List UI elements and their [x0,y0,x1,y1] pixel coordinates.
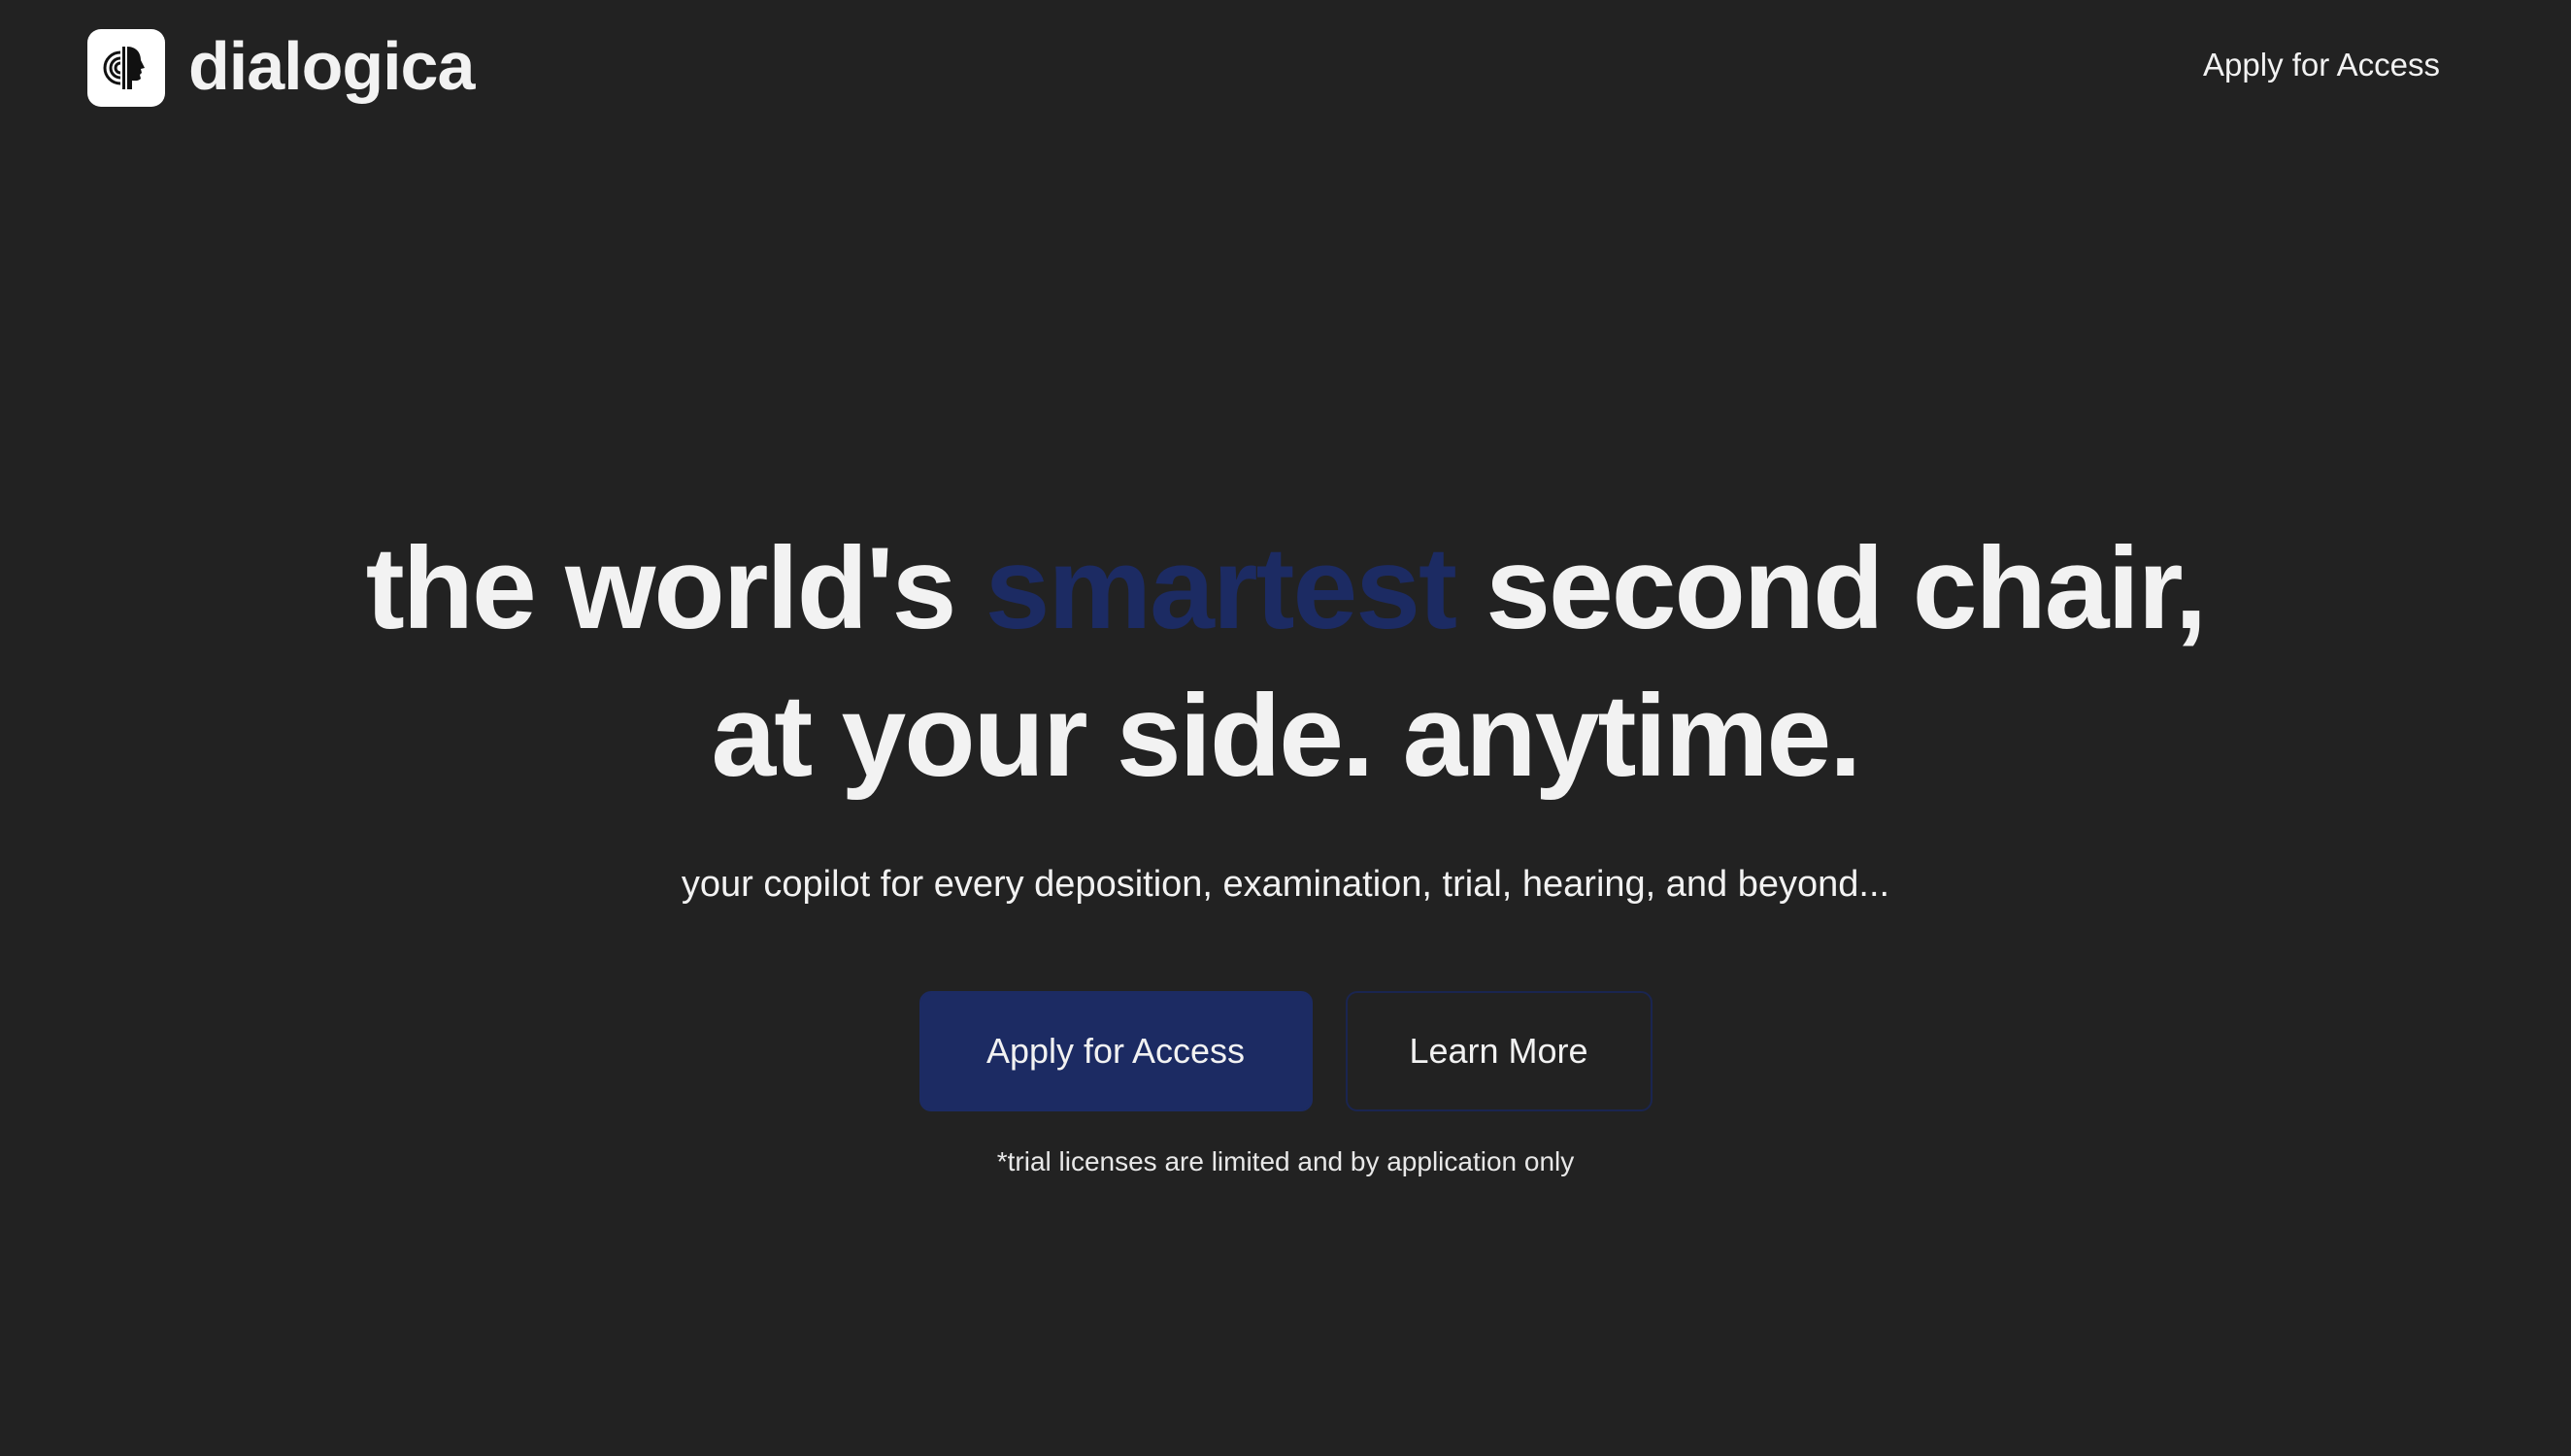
hero-headline: the world's smartest second chair, at yo… [0,514,2571,810]
trial-license-footnote: *trial licenses are limited and by appli… [996,1145,1575,1176]
face-profile-logo-icon [87,29,165,107]
hero-subtitle: your copilot for every deposition, exami… [681,864,1890,905]
headline-line-2: at your side. anytime. [711,671,1861,801]
headline-part-1: the world's [365,523,985,653]
apply-for-access-button[interactable]: Apply for Access [918,990,1313,1111]
headline-accent-word: smartest [985,523,1457,653]
hero-section: the world's smartest second chair, at yo… [0,514,2571,1177]
headline-part-2: second chair, [1454,523,2207,653]
learn-more-button[interactable]: Learn More [1345,990,1653,1111]
brand-name: dialogica [188,28,475,104]
hero-buttons: Apply for Access Learn More [0,990,2571,1111]
site-header: dialogica Apply for Access [0,0,2571,146]
brand-home-link[interactable]: dialogica [87,28,475,107]
nav-apply-for-access-link[interactable]: Apply for Access [2203,49,2440,81]
